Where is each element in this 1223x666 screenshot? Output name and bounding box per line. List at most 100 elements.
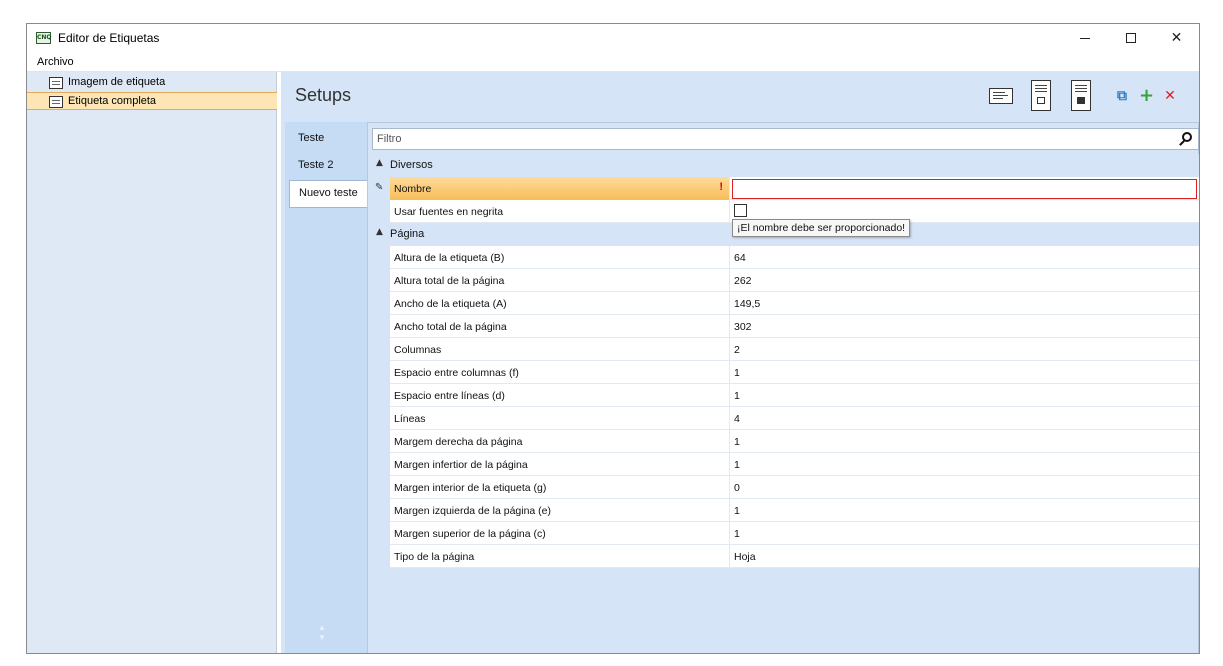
- row-gutter: [372, 246, 390, 269]
- row-gutter: [372, 292, 390, 315]
- property-value[interactable]: 1: [730, 522, 1199, 545]
- collapse-chevron-icon[interactable]: ▲: [376, 227, 383, 237]
- row-gutter: [372, 407, 390, 430]
- tab-teste[interactable]: Teste: [289, 126, 367, 152]
- menu-archivo[interactable]: Archivo: [37, 56, 74, 68]
- filter-box[interactable]: Filtro: [372, 128, 1199, 150]
- property-name-text: Nombre: [394, 183, 432, 195]
- property-name: Líneas: [390, 407, 730, 430]
- property-value[interactable]: 4: [730, 407, 1199, 430]
- property-row[interactable]: Líneas 4: [372, 407, 1199, 430]
- row-gutter: [372, 384, 390, 407]
- tree-item-label: Etiqueta completa: [68, 95, 157, 107]
- app-window: CNQ Editor de Etiquetas ✕ Archivo Imagem…: [26, 23, 1200, 654]
- property-row[interactable]: Margen superior de la página (c) 1: [372, 522, 1199, 545]
- close-button[interactable]: ✕: [1154, 24, 1199, 52]
- copy-icon: ⧉: [1117, 88, 1127, 104]
- plus-icon: +: [1139, 85, 1155, 106]
- search-icon[interactable]: [1178, 131, 1194, 147]
- property-row[interactable]: Tipo de la página Hoja: [372, 545, 1199, 568]
- bold-fonts-checkbox[interactable]: [734, 204, 747, 217]
- scroll-down-icon[interactable]: ▼: [317, 633, 327, 643]
- page-image-button[interactable]: [1071, 80, 1091, 111]
- pencil-icon: ✎: [375, 182, 384, 193]
- property-row[interactable]: Altura de la etiqueta (B) 64: [372, 246, 1199, 269]
- property-value[interactable]: 262: [730, 269, 1199, 292]
- row-gutter: [372, 200, 390, 223]
- toolbar: ⧉ + ✕: [987, 80, 1187, 112]
- property-row[interactable]: Ancho de la etiqueta (A) 149,5: [372, 292, 1199, 315]
- close-icon: ✕: [1170, 30, 1183, 46]
- warning-icon: !: [719, 181, 723, 193]
- property-row[interactable]: Margem derecha da página 1: [372, 430, 1199, 453]
- property-row[interactable]: Espacio entre líneas (d) 1: [372, 384, 1199, 407]
- property-name: Tipo de la página: [390, 545, 730, 568]
- tab-scroll-arrows[interactable]: ▲ ▼: [317, 623, 327, 643]
- property-name: Espacio entre columnas (f): [390, 361, 730, 384]
- property-name: Altura de la etiqueta (B): [390, 246, 730, 269]
- property-row[interactable]: Ancho total de la página 302: [372, 315, 1199, 338]
- scroll-up-icon[interactable]: ▲: [317, 623, 327, 633]
- row-gutter: [372, 499, 390, 522]
- maximize-button[interactable]: [1108, 24, 1153, 52]
- delete-button[interactable]: ✕: [1163, 89, 1177, 103]
- property-value[interactable]: 1: [730, 430, 1199, 453]
- property-value[interactable]: 1: [730, 384, 1199, 407]
- label-view-button[interactable]: [989, 88, 1013, 104]
- property-value[interactable]: 0: [730, 476, 1199, 499]
- property-row[interactable]: Margen infertior de la página 1: [372, 453, 1199, 476]
- main-panel: Setups ⧉ + ✕ Teste Teste 2 Nuevo teste ▲…: [281, 72, 1199, 653]
- row-gutter: [372, 361, 390, 384]
- property-name: Margen infertior de la página: [390, 453, 730, 476]
- navigation-tree: Imagem de etiqueta Etiqueta completa: [27, 72, 277, 653]
- row-gutter: [372, 522, 390, 545]
- property-row[interactable]: Margen izquierda de la página (e) 1: [372, 499, 1199, 522]
- tab-teste-2[interactable]: Teste 2: [289, 153, 367, 179]
- page-layout-button[interactable]: [1031, 80, 1051, 111]
- add-button[interactable]: +: [1139, 87, 1154, 105]
- category-diversos[interactable]: ▲ Diversos: [372, 154, 1199, 177]
- property-value[interactable]: 1: [730, 499, 1199, 522]
- property-value[interactable]: Hoja: [730, 545, 1199, 568]
- property-value[interactable]: 1: [730, 453, 1199, 476]
- property-value[interactable]: 149,5: [730, 292, 1199, 315]
- copy-button[interactable]: ⧉: [1115, 89, 1129, 103]
- property-name: Ancho de la etiqueta (A): [390, 292, 730, 315]
- tree-item-etiqueta-completa[interactable]: Etiqueta completa: [27, 92, 277, 110]
- property-value[interactable]: [730, 177, 1199, 200]
- property-value[interactable]: 64: [730, 246, 1199, 269]
- collapse-chevron-icon[interactable]: ▲: [376, 158, 383, 168]
- property-row[interactable]: Columnas 2: [372, 338, 1199, 361]
- property-name: Margen superior de la página (c): [390, 522, 730, 545]
- property-row[interactable]: Espacio entre columnas (f) 1: [372, 361, 1199, 384]
- property-grid-panel: Filtro ▲ Diversos ✎ Nombre ! Usar fuente…: [367, 122, 1199, 653]
- row-gutter: ✎: [372, 177, 390, 200]
- page-title: Setups: [295, 85, 352, 105]
- tab-nuevo-teste[interactable]: Nuevo teste: [289, 180, 367, 208]
- app-icon: CNQ: [36, 32, 52, 44]
- property-grid: ▲ Diversos ✎ Nombre ! Usar fuentes en ne: [372, 154, 1199, 568]
- property-name: Usar fuentes en negrita: [390, 200, 730, 223]
- property-value[interactable]: 302: [730, 315, 1199, 338]
- property-name: Margem derecha da página: [390, 430, 730, 453]
- row-gutter: [372, 453, 390, 476]
- property-row-nombre[interactable]: ✎ Nombre !: [372, 177, 1199, 200]
- row-gutter: [372, 315, 390, 338]
- nombre-input[interactable]: [732, 179, 1197, 199]
- row-gutter: [372, 269, 390, 292]
- row-gutter: [372, 338, 390, 361]
- title-bar: CNQ Editor de Etiquetas ✕: [27, 24, 1199, 52]
- property-value[interactable]: 1: [730, 361, 1199, 384]
- full-label-icon: [49, 96, 63, 108]
- x-icon: ✕: [1164, 88, 1176, 104]
- tree-item-label: Imagem de etiqueta: [68, 76, 166, 88]
- property-row[interactable]: Margen interior de la etiqueta (g) 0: [372, 476, 1199, 499]
- filter-input[interactable]: Filtro: [377, 133, 401, 145]
- row-gutter: [372, 476, 390, 499]
- property-row[interactable]: Altura total de la página 262: [372, 269, 1199, 292]
- tree-item-imagem-de-etiqueta[interactable]: Imagem de etiqueta: [27, 74, 277, 92]
- setup-tabs: Teste Teste 2 Nuevo teste ▲ ▼: [285, 122, 367, 653]
- property-name: Altura total de la página: [390, 269, 730, 292]
- minimize-button[interactable]: [1062, 24, 1107, 52]
- property-value[interactable]: 2: [730, 338, 1199, 361]
